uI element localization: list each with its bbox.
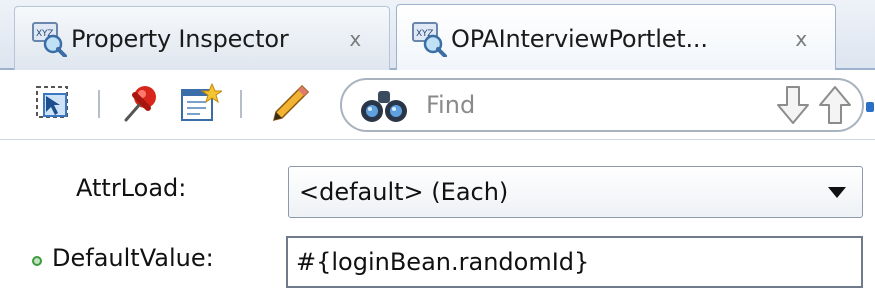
tab-close-button[interactable]: x [795,27,807,51]
default-value-field[interactable] [286,236,863,288]
property-label: AttrLoad: [76,174,187,202]
tab-label: OPAInterviewPortlet... [451,24,708,53]
pencil-icon [272,84,310,122]
tab-label: Property Inspector [71,24,289,53]
property-row-attrload: AttrLoad: <default> (Each) [0,166,875,218]
arrow-up-icon[interactable] [814,83,856,127]
property-list: AttrLoad: <default> (Each) DefaultValue: [0,141,875,298]
pin-button[interactable] [118,82,162,126]
toolbar-separator [240,90,242,118]
chevron-down-icon[interactable] [828,186,846,198]
property-label: DefaultValue: [52,244,214,272]
arrow-down-icon[interactable] [772,83,814,127]
modified-indicator-icon [32,256,42,266]
property-row-defaultvalue: DefaultValue: [0,236,875,288]
toolbar-overflow-indicator [866,102,874,112]
tab-opa-interview-portlet[interactable]: XYZ OPAInterviewPortlet... x [396,4,836,72]
property-inspector-icon: XYZ [32,21,67,57]
tab-strip: XYZ Property Inspector x XYZ OPAIntervie… [0,0,875,72]
select-component-button[interactable] [32,82,76,126]
find-placeholder: Find [426,91,476,119]
edit-properties-icon [181,82,224,121]
tab-close-button[interactable]: x [349,27,361,51]
binoculars-icon [361,91,407,122]
tab-property-inspector[interactable]: XYZ Property Inspector x [14,6,390,70]
pin-icon [124,86,156,122]
attrload-select[interactable]: <default> (Each) [288,166,863,218]
toolbar-separator [98,90,100,118]
select-value: <default> (Each) [299,178,509,206]
edit-properties-button[interactable] [178,82,224,126]
toolbar: Find [0,70,875,140]
select-component-icon [36,86,68,118]
property-inspector-icon: XYZ [412,21,447,57]
find-field[interactable]: Find [340,78,864,132]
find-navigation [772,83,856,127]
pencil-button[interactable] [268,82,312,126]
